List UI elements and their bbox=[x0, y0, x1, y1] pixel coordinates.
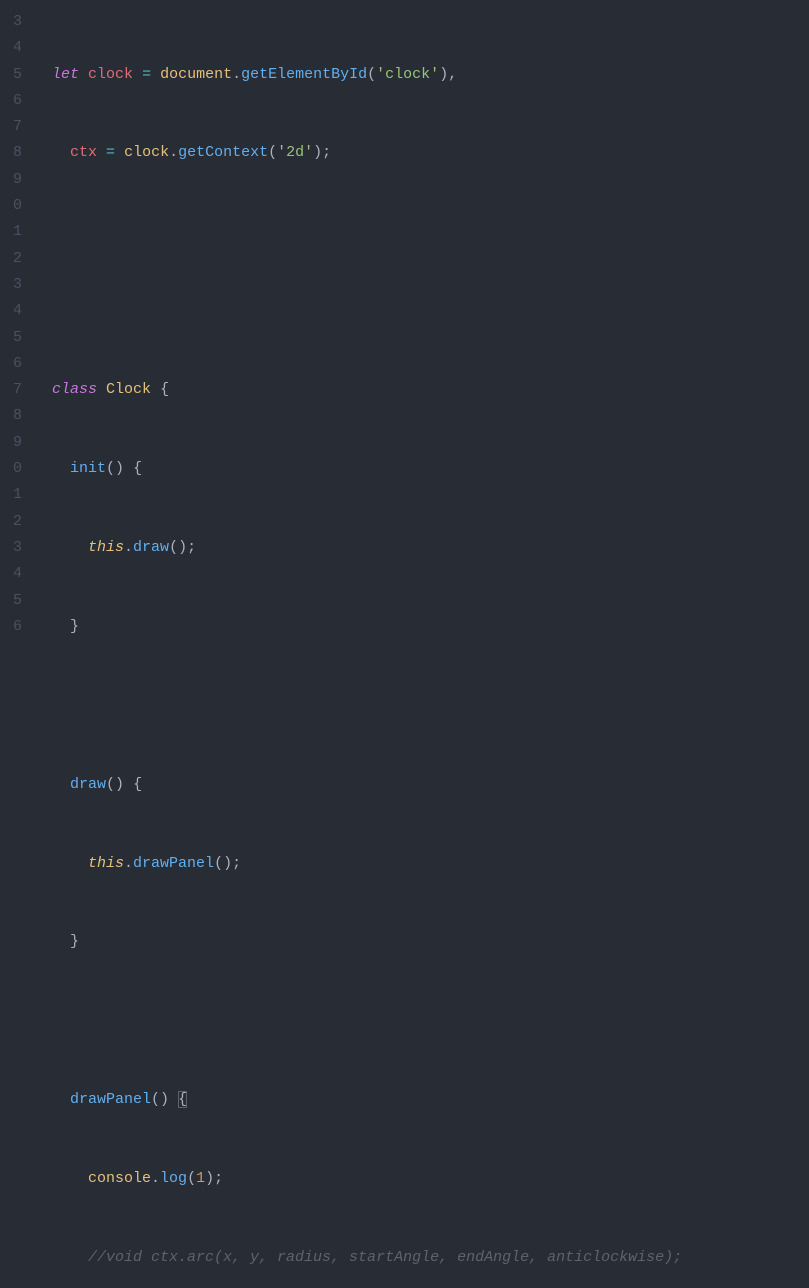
line-number: 3 bbox=[0, 535, 22, 561]
punct: ( bbox=[106, 460, 115, 477]
punct: , bbox=[448, 66, 457, 83]
line-number: 3 bbox=[0, 272, 22, 298]
keyword-this: this bbox=[88, 855, 124, 872]
code-line[interactable] bbox=[52, 219, 809, 245]
keyword-let: let bbox=[52, 66, 79, 83]
line-number: 1 bbox=[0, 482, 22, 508]
punct: . bbox=[151, 1170, 160, 1187]
code-line[interactable]: console.log(1); bbox=[52, 1166, 809, 1192]
punct: . bbox=[124, 855, 133, 872]
line-number: 5 bbox=[0, 62, 22, 88]
identifier: document bbox=[160, 66, 232, 83]
method: getElementById bbox=[241, 66, 367, 83]
code-line[interactable]: //void ctx.arc(x, y, radius, startAngle,… bbox=[52, 1245, 809, 1271]
line-number: 4 bbox=[0, 561, 22, 587]
line-number: 2 bbox=[0, 246, 22, 272]
punct: ) bbox=[115, 460, 124, 477]
punct: . bbox=[124, 539, 133, 556]
operator: = bbox=[106, 144, 115, 161]
line-number: 4 bbox=[0, 35, 22, 61]
class-name: Clock bbox=[106, 381, 151, 398]
code-line[interactable]: ctx = clock.getContext('2d'); bbox=[52, 140, 809, 166]
punct: ( bbox=[169, 539, 178, 556]
punct: ; bbox=[322, 144, 331, 161]
punct: ) bbox=[223, 855, 232, 872]
punct: ( bbox=[151, 1091, 160, 1108]
line-number-gutter: 3 4 5 6 7 8 9 0 1 2 3 4 5 6 7 8 9 0 1 2 … bbox=[0, 0, 30, 644]
code-line[interactable]: let clock = document.getElementById('clo… bbox=[52, 62, 809, 88]
method: init bbox=[70, 460, 106, 477]
keyword-class: class bbox=[52, 381, 97, 398]
brace: { bbox=[160, 381, 169, 398]
method: getContext bbox=[178, 144, 268, 161]
brace: { bbox=[133, 460, 142, 477]
punct: ( bbox=[367, 66, 376, 83]
brace-matched: { bbox=[178, 1091, 187, 1108]
string: 'clock' bbox=[376, 66, 439, 83]
line-number: 6 bbox=[0, 88, 22, 114]
punct: ) bbox=[205, 1170, 214, 1187]
line-number: 3 bbox=[0, 9, 22, 35]
code-line[interactable]: } bbox=[52, 614, 809, 640]
punct: ) bbox=[115, 776, 124, 793]
code-line[interactable]: } bbox=[52, 929, 809, 955]
line-number: 5 bbox=[0, 325, 22, 351]
identifier: console bbox=[88, 1170, 151, 1187]
identifier: clock bbox=[88, 66, 133, 83]
code-editor[interactable]: 3 4 5 6 7 8 9 0 1 2 3 4 5 6 7 8 9 0 1 2 … bbox=[0, 0, 809, 644]
line-number: 5 bbox=[0, 588, 22, 614]
punct: . bbox=[169, 144, 178, 161]
keyword-this: this bbox=[88, 539, 124, 556]
punct: ) bbox=[313, 144, 322, 161]
code-area[interactable]: let clock = document.getElementById('clo… bbox=[30, 0, 809, 644]
operator: = bbox=[142, 66, 151, 83]
identifier: ctx bbox=[70, 144, 97, 161]
punct: ( bbox=[214, 855, 223, 872]
punct: ( bbox=[268, 144, 277, 161]
line-number: 9 bbox=[0, 167, 22, 193]
method: draw bbox=[133, 539, 169, 556]
code-line[interactable]: drawPanel() { bbox=[52, 1087, 809, 1113]
line-number: 9 bbox=[0, 430, 22, 456]
line-number: 6 bbox=[0, 351, 22, 377]
punct: . bbox=[232, 66, 241, 83]
punct: ( bbox=[187, 1170, 196, 1187]
method: draw bbox=[70, 776, 106, 793]
line-number: 4 bbox=[0, 298, 22, 324]
brace: { bbox=[133, 776, 142, 793]
line-number: 8 bbox=[0, 140, 22, 166]
line-number: 0 bbox=[0, 456, 22, 482]
brace: } bbox=[70, 618, 79, 635]
string: '2d' bbox=[277, 144, 313, 161]
punct: ; bbox=[214, 1170, 223, 1187]
method: log bbox=[160, 1170, 187, 1187]
line-number: 7 bbox=[0, 377, 22, 403]
identifier: clock bbox=[124, 144, 169, 161]
line-number: 7 bbox=[0, 114, 22, 140]
line-number: 8 bbox=[0, 403, 22, 429]
code-line[interactable] bbox=[52, 693, 809, 719]
number: 1 bbox=[196, 1170, 205, 1187]
code-line[interactable]: draw() { bbox=[52, 772, 809, 798]
line-number: 1 bbox=[0, 219, 22, 245]
method: drawPanel bbox=[133, 855, 214, 872]
punct: ) bbox=[178, 539, 187, 556]
code-line[interactable]: class Clock { bbox=[52, 377, 809, 403]
punct: ; bbox=[232, 855, 241, 872]
code-line[interactable]: init() { bbox=[52, 456, 809, 482]
line-number: 2 bbox=[0, 509, 22, 535]
punct: ) bbox=[439, 66, 448, 83]
code-line[interactable]: this.drawPanel(); bbox=[52, 851, 809, 877]
method: drawPanel bbox=[70, 1091, 151, 1108]
code-line[interactable] bbox=[52, 298, 809, 324]
punct: ) bbox=[160, 1091, 169, 1108]
code-line[interactable] bbox=[52, 1008, 809, 1034]
code-line[interactable]: this.draw(); bbox=[52, 535, 809, 561]
line-number: 0 bbox=[0, 193, 22, 219]
punct: ; bbox=[187, 539, 196, 556]
brace: } bbox=[70, 933, 79, 950]
comment: //void ctx.arc(x, y, radius, startAngle,… bbox=[88, 1249, 682, 1266]
punct: ( bbox=[106, 776, 115, 793]
line-number: 6 bbox=[0, 614, 22, 640]
